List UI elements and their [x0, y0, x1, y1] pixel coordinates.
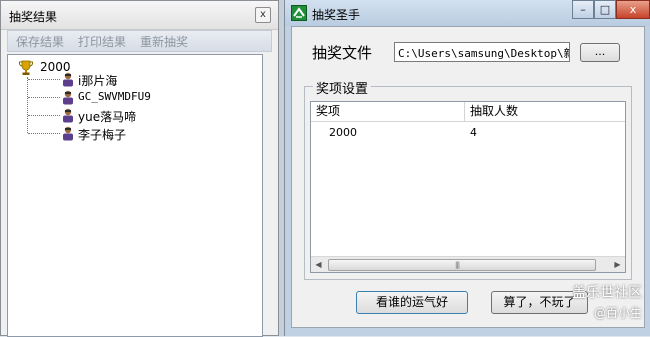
winner-name: yue落马啼 [78, 110, 137, 124]
save-result-button[interactable]: 保存结果 [16, 33, 64, 50]
user-icon [63, 90, 73, 105]
result-window-title: 抽奖结果 [9, 10, 58, 24]
watermark-author: @百小生 [593, 306, 642, 320]
scroll-left-icon[interactable]: ◀ [311, 257, 326, 272]
tree-branch [28, 97, 60, 98]
user-icon [63, 126, 73, 141]
prize-settings-label: 奖项设置 [313, 78, 372, 97]
maximize-button[interactable]: □ [594, 0, 616, 19]
watermark-title: 盖乐世社区 [572, 285, 642, 301]
user-icon [63, 108, 73, 123]
user-icon [63, 72, 73, 87]
app-icon [291, 5, 307, 21]
start-draw-button[interactable]: 看谁的运气好 [356, 291, 468, 314]
result-toolbar: 保存结果 打印结果 重新抽奖 [7, 30, 272, 52]
grip-icon: ||| [455, 261, 460, 269]
window-controls: – □ x [572, 0, 650, 20]
table-row[interactable]: 2000 4 [311, 126, 625, 142]
prize-list-header: 奖项 抽取人数 [311, 102, 625, 122]
trophy-icon [19, 60, 33, 75]
column-header-count[interactable]: 抽取人数 [465, 102, 625, 121]
close-button[interactable]: x [255, 7, 271, 23]
tree-branch [28, 79, 60, 80]
count-cell: 4 [470, 126, 477, 139]
winner-name: i那片海 [78, 74, 118, 88]
result-tree[interactable]: 2000 i那片海 GC_SWVMDFU9 yue落马啼 李子梅子 [7, 54, 263, 337]
redraw-button[interactable]: 重新抽奖 [140, 33, 188, 50]
result-window: 抽奖结果 x 保存结果 打印结果 重新抽奖 2000 i那片海 GC_SWVMD… [0, 0, 279, 337]
tree-branch [28, 133, 60, 134]
scroll-right-icon[interactable]: ▶ [610, 257, 625, 272]
file-path-field[interactable]: C:\Users\samsung\Desktop\新建 [394, 42, 570, 62]
horizontal-scrollbar[interactable]: ◀ ||| ▶ [311, 256, 625, 272]
minimize-button[interactable]: – [572, 0, 594, 19]
prize-settings-group: 奖项设置 奖项 抽取人数 2000 4 ◀ ||| ▶ [304, 78, 632, 280]
lottery-window-title: 抽奖圣手 [312, 8, 361, 22]
winner-name: GC_SWVMDFU9 [78, 90, 151, 103]
close-button[interactable]: x [616, 0, 650, 19]
tree-connector [27, 77, 28, 133]
prize-cell: 2000 [329, 126, 357, 139]
result-window-titlebar[interactable]: 抽奖结果 x [1, 1, 278, 30]
scrollbar-thumb[interactable]: ||| [328, 259, 596, 271]
prize-list[interactable]: 奖项 抽取人数 2000 4 ◀ ||| ▶ [310, 101, 626, 273]
watermark: 盖乐世社区 @百小生 [572, 282, 642, 321]
file-label: 抽奖文件 [312, 44, 373, 62]
lottery-window-titlebar[interactable]: 抽奖圣手 – □ x [285, 0, 650, 26]
column-header-prize[interactable]: 奖项 [311, 102, 465, 121]
winner-name: 李子梅子 [78, 128, 127, 142]
tree-branch [28, 115, 60, 116]
print-result-button[interactable]: 打印结果 [78, 33, 126, 50]
browse-button[interactable]: ... [580, 43, 620, 62]
